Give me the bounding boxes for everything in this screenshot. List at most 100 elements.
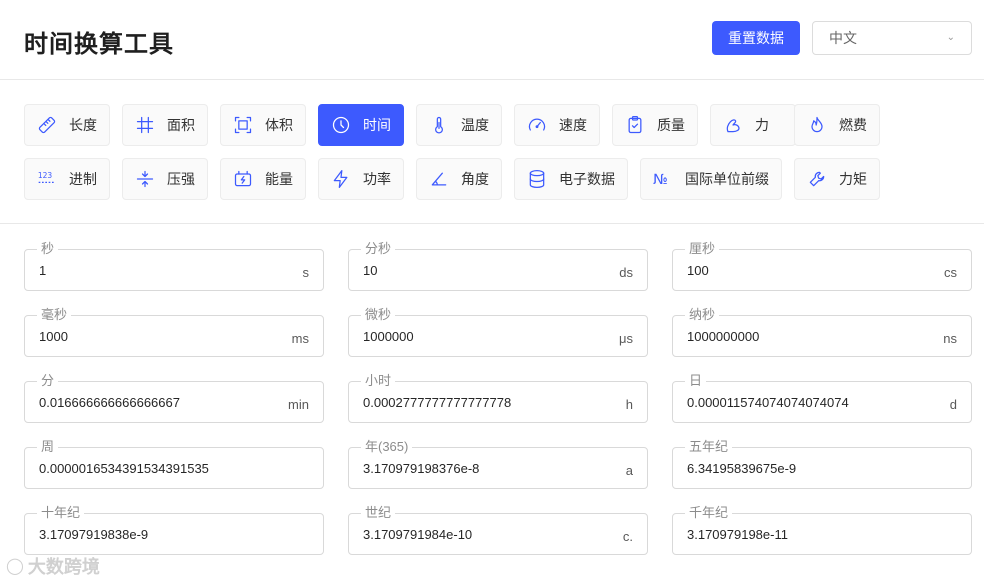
category-10[interactable]: 123 进制 xyxy=(24,158,110,200)
conversion-field[interactable]: 厘秒 100 cs xyxy=(672,241,972,291)
conversion-field[interactable]: 秒 1 s xyxy=(24,241,324,291)
language-value: 中文 xyxy=(829,30,857,46)
category-label: 功率 xyxy=(363,171,391,187)
category-1[interactable]: 长度 xyxy=(24,104,110,146)
field-value[interactable]: 3.170979198e-11 xyxy=(687,527,788,542)
language-select[interactable]: 中文 ⌄ xyxy=(812,21,972,55)
conversion-field[interactable]: 十年纪 3.17097919838e-9 xyxy=(24,505,324,555)
chevron-down-icon: ⌄ xyxy=(946,32,955,43)
category-12[interactable]: 能量 xyxy=(220,158,306,200)
category-9[interactable]: 燃费 xyxy=(794,104,880,146)
watermark: ◯ 大数跨境 xyxy=(6,553,100,579)
angle-icon xyxy=(429,169,449,189)
field-value[interactable]: 1 xyxy=(39,263,46,278)
bolt-icon xyxy=(331,169,351,189)
field-label: 年(365) xyxy=(361,439,413,455)
category-label: 面积 xyxy=(167,117,195,133)
field-unit: s xyxy=(302,265,310,280)
conversion-field[interactable]: 年(365) 3.170979198376e-8 a xyxy=(348,439,648,489)
category-7[interactable]: 质量 xyxy=(612,104,698,146)
field-unit: ds xyxy=(619,265,633,280)
category-label: 速度 xyxy=(559,117,587,133)
compress-icon xyxy=(135,169,155,189)
thermometer-icon xyxy=(429,115,449,135)
flame-icon xyxy=(807,115,827,135)
battery-icon xyxy=(233,169,253,189)
field-label: 十年纪 xyxy=(37,505,85,521)
category-5[interactable]: 温度 xyxy=(416,104,502,146)
category-16[interactable]: № 国际单位前缀 xyxy=(640,158,782,200)
category-2[interactable]: 面积 xyxy=(122,104,208,146)
category-8[interactable]: 力 xyxy=(710,104,796,146)
conversion-field[interactable]: 周 0.0000016534391534391535 xyxy=(24,439,324,489)
field-label: 千年纪 xyxy=(685,505,733,521)
field-value[interactable]: 6.34195839675e-9 xyxy=(687,461,796,476)
field-unit: h xyxy=(625,397,633,412)
conversion-field[interactable]: 小时 0.0002777777777777778 h xyxy=(348,373,648,423)
field-value[interactable]: 0.0002777777777777778 xyxy=(363,395,511,410)
field-value[interactable]: 3.17097919838e-9 xyxy=(39,527,148,542)
conversion-field[interactable]: 千年纪 3.170979198e-11 xyxy=(672,505,972,555)
hash-icon xyxy=(135,115,155,135)
field-label: 分 xyxy=(37,373,59,389)
field-value[interactable]: 0.000011574074074074074 xyxy=(687,395,849,410)
ruler-icon xyxy=(37,115,57,135)
svg-text:123: 123 xyxy=(38,171,53,180)
field-label: 小时 xyxy=(361,373,396,389)
frame-icon xyxy=(233,115,253,135)
conversion-field[interactable]: 纳秒 1000000000 ns xyxy=(672,307,972,357)
conversion-field[interactable]: 微秒 1000000 μs xyxy=(348,307,648,357)
category-label: 压强 xyxy=(167,171,195,187)
clipboard-icon xyxy=(625,115,645,135)
svg-text:№: № xyxy=(653,172,668,188)
field-unit: a xyxy=(625,463,633,478)
category-label: 燃费 xyxy=(839,117,867,133)
field-label: 微秒 xyxy=(361,307,396,323)
conversion-field[interactable]: 世纪 3.1709791984e-10 c. xyxy=(348,505,648,555)
category-label: 体积 xyxy=(265,117,293,133)
category-11[interactable]: 压强 xyxy=(122,158,208,200)
conversion-field[interactable]: 分秒 10 ds xyxy=(348,241,648,291)
field-value[interactable]: 3.170979198376e-8 xyxy=(363,461,479,476)
clock-icon xyxy=(331,115,351,135)
category-4[interactable]: 时间 xyxy=(318,104,404,146)
category-label: 角度 xyxy=(461,171,489,187)
category-grid: 长度 面积 体积 时间 温度 速度 质量 力 燃费 123 进制 压强 能量 功率 角度 电子数据 № 国际单位前… xyxy=(0,80,984,224)
category-6[interactable]: 速度 xyxy=(514,104,600,146)
category-15[interactable]: 电子数据 xyxy=(514,158,628,200)
watermark-logo-icon: ◯ xyxy=(6,558,24,575)
field-label: 分秒 xyxy=(361,241,396,257)
field-label: 毫秒 xyxy=(37,307,72,323)
field-value[interactable]: 1000000 xyxy=(363,329,414,344)
field-value[interactable]: 1000000000 xyxy=(687,329,759,344)
conversion-field[interactable]: 毫秒 1000 ms xyxy=(24,307,324,357)
field-value[interactable]: 10 xyxy=(363,263,377,278)
database-icon xyxy=(527,169,547,189)
field-value[interactable]: 0.016666666666666667 xyxy=(39,395,180,410)
field-unit: cs xyxy=(944,265,957,280)
category-13[interactable]: 功率 xyxy=(318,158,404,200)
category-label: 力 xyxy=(755,117,769,133)
field-label: 厘秒 xyxy=(685,241,720,257)
field-unit: c. xyxy=(622,529,633,544)
field-label: 世纪 xyxy=(361,505,396,521)
conversion-field[interactable]: 五年纪 6.34195839675e-9 xyxy=(672,439,972,489)
field-value[interactable]: 0.0000016534391534391535 xyxy=(39,461,209,476)
page-title: 时间换算工具 xyxy=(24,31,174,58)
category-label: 能量 xyxy=(265,171,293,187)
field-value[interactable]: 1000 xyxy=(39,329,68,344)
reset-button[interactable]: 重置数据 xyxy=(712,21,800,55)
field-unit: ns xyxy=(943,331,957,346)
field-value[interactable]: 100 xyxy=(687,263,709,278)
conversion-field[interactable]: 日 0.000011574074074074074 d xyxy=(672,373,972,423)
category-label: 长度 xyxy=(69,117,97,133)
category-label: 温度 xyxy=(461,117,489,133)
field-label: 秒 xyxy=(37,241,59,257)
arm-icon xyxy=(723,115,743,135)
category-17[interactable]: 力矩 xyxy=(794,158,880,200)
conversion-field[interactable]: 分 0.016666666666666667 min xyxy=(24,373,324,423)
category-14[interactable]: 角度 xyxy=(416,158,502,200)
numbers-icon: 123 xyxy=(37,169,57,189)
field-value[interactable]: 3.1709791984e-10 xyxy=(363,527,472,542)
category-3[interactable]: 体积 xyxy=(220,104,306,146)
